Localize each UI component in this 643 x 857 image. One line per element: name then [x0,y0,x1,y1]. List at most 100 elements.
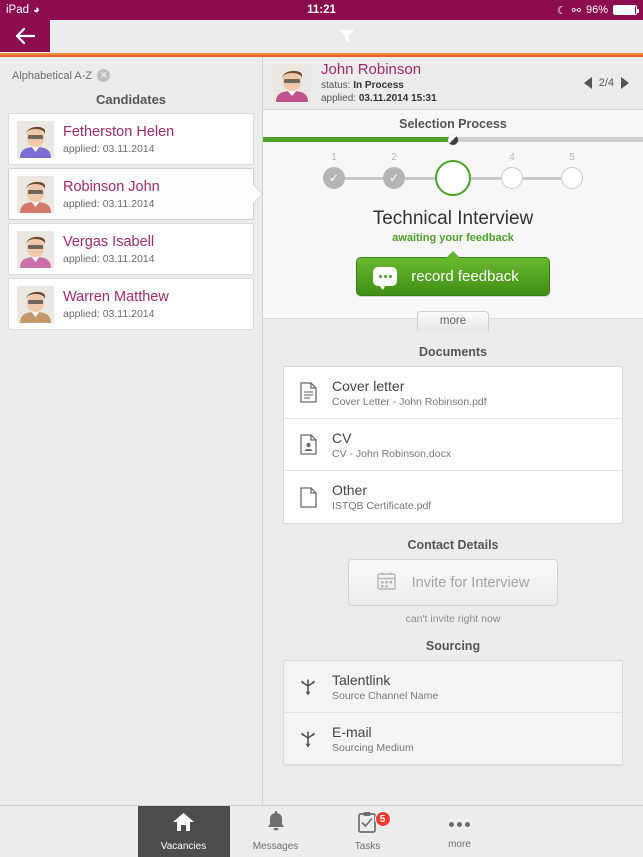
document-text: Cover letter Cover Letter - John Robinso… [332,378,487,408]
documents-title: Documents [418,345,488,359]
candidate-name: Vergas Isabell [63,233,155,250]
tab-tasks[interactable]: 5 Tasks [322,806,414,857]
list-item-text: Warren Matthew applied: 03.11.2014 [63,289,169,320]
documents-section: Documents Cover letter Cover Letter - Jo… [263,331,643,524]
tab-label: Tasks [354,841,381,852]
document-title: Other [332,482,368,498]
chevron-right-icon[interactable] [621,77,629,89]
profile-status: status: In Process [321,79,404,91]
back-arrow-icon [15,27,36,45]
list-item-text: Vergas Isabell applied: 03.11.2014 [63,234,154,265]
avatar [17,175,54,213]
calendar-icon [376,571,396,594]
list-item[interactable]: Fetherston Helen applied: 03.11.2014 [8,113,254,165]
step-dot-todo [501,167,523,189]
tasks-badge: 5 [374,811,391,827]
status-bar-left: iPad ◕ [6,4,40,16]
avatar [273,64,311,102]
selection-process-card: Selection Process 1 ✓ 2 ✓ 4 5 Technical … [263,110,643,319]
step-connector [523,176,561,180]
branch-arrow-icon [298,677,318,697]
invite-button-label: Invite for Interview [411,574,530,591]
battery-percent: 96% [585,4,608,16]
device-name: iPad [6,4,30,16]
tab-bar: Vacancies Messages 5 Tasks more [0,805,643,857]
profile-pager: 2/4 [583,77,629,89]
document-lines-icon [298,382,318,403]
bell-icon [266,811,286,838]
clear-circle-icon[interactable]: ✕ [97,69,111,82]
sort-chip[interactable]: Alphabetical A-Z ✕ [0,57,262,82]
document-person-icon [298,434,318,455]
sourcing-subtitle: Source Channel Name [332,689,439,702]
bluetooth-icon: ⚯ [571,4,581,17]
document-row-cv[interactable]: CV CV - John Robinson.docx [284,419,622,471]
document-blank-icon [298,486,318,508]
chevron-left-icon[interactable] [583,77,592,89]
branch-arrow-icon [298,729,318,749]
document-filename: ISTQB Certificate.pdf [332,500,432,512]
sourcing-panel: Talentlink Source Channel Name E-mail So… [283,660,623,766]
candidate-applied: applied: 03.11.2014 [63,307,155,320]
record-feedback-label: record feedback [411,268,519,285]
record-feedback-button[interactable]: record feedback [356,251,550,296]
candidates-list-header: Candidates [95,92,167,107]
step-dot-done: ✓ [323,167,345,189]
step-3-current[interactable] [435,160,471,196]
sourcing-title: Sourcing [425,639,481,653]
sourcing-subtitle: Sourcing Medium [332,741,414,754]
step-dot-current [435,160,471,196]
wifi-icon: ◕ [33,3,40,16]
candidates-list: Fetherston Helen applied: 03.11.2014 Rob… [0,113,262,330]
status-bar-right: ☾ ⚯ 96% [556,4,639,17]
document-row-cover-letter[interactable]: Cover letter Cover Letter - John Robinso… [284,367,622,419]
list-item[interactable]: Vergas Isabell applied: 03.11.2014 [8,223,254,275]
tab-vacancies[interactable]: Vacancies [137,806,230,857]
tab-more[interactable]: more [414,806,506,857]
candidate-applied: applied: 03.11.2014 [63,252,155,265]
filter-funnel-icon [339,30,354,43]
profile-header: John Robinson status: In Process applied… [263,57,643,110]
profile-info: John Robinson status: In Process applied… [321,61,437,106]
candidate-name: Warren Matthew [63,288,169,305]
step-2[interactable]: 2 ✓ [383,152,405,189]
moon-icon: ☾ [556,4,567,17]
sourcing-row-email[interactable]: E-mail Sourcing Medium [284,713,622,765]
list-item[interactable]: Robinson John applied: 03.11.2014 [8,168,254,220]
selection-steps: 1 ✓ 2 ✓ 4 5 [263,142,643,202]
list-item[interactable]: Warren Matthew applied: 03.11.2014 [8,278,254,330]
candidate-applied: applied: 03.11.2014 [63,197,155,210]
selection-process-title: Selection Process [399,117,507,131]
candidates-pane: Alphabetical A-Z ✕ Candidates Fetherston… [0,57,263,842]
sourcing-text: E-mail Sourcing Medium [332,724,414,754]
tab-messages[interactable]: Messages [230,806,322,857]
detail-scroll-area[interactable]: Selection Process 1 ✓ 2 ✓ 4 5 Technical … [263,110,643,842]
sort-chip-label: Alphabetical A-Z [12,69,93,82]
tab-label: Messages [252,841,299,852]
document-text: CV CV - John Robinson.docx [332,430,451,460]
profile-name: John Robinson [321,60,422,78]
documents-panel: Cover letter Cover Letter - John Robinso… [283,366,623,524]
candidate-applied: applied: 03.11.2014 [63,142,155,155]
filter-button[interactable] [50,20,643,52]
app-root: iPad ◕ 11:21 ☾ ⚯ 96% Quality Control Spe… [0,0,643,857]
profile-applied: applied: 03.11.2014 15:31 [321,93,437,104]
status-bar: iPad ◕ 11:21 ☾ ⚯ 96% [0,0,643,20]
document-text: Other ISTQB Certificate.pdf [332,482,431,512]
sourcing-title-value: E-mail [332,723,372,740]
list-item-text: Fetherston Helen applied: 03.11.2014 [63,124,174,155]
step-4[interactable]: 4 [501,152,523,189]
step-5[interactable]: 5 [561,152,583,189]
battery-icon [613,5,639,15]
ellipsis-icon [449,814,470,836]
sourcing-row-talentlink[interactable]: Talentlink Source Channel Name [284,661,622,713]
step-dot-done: ✓ [383,167,405,189]
home-icon [172,811,195,838]
invite-for-interview-button[interactable]: Invite for Interview [347,559,559,606]
candidate-name: Robinson John [63,178,160,195]
invite-wrap: Invite for Interview can't invite right … [283,559,623,625]
more-button[interactable]: more [416,311,490,331]
back-button[interactable] [0,20,50,52]
document-row-other[interactable]: Other ISTQB Certificate.pdf [284,471,622,523]
step-1[interactable]: 1 ✓ [323,152,345,189]
